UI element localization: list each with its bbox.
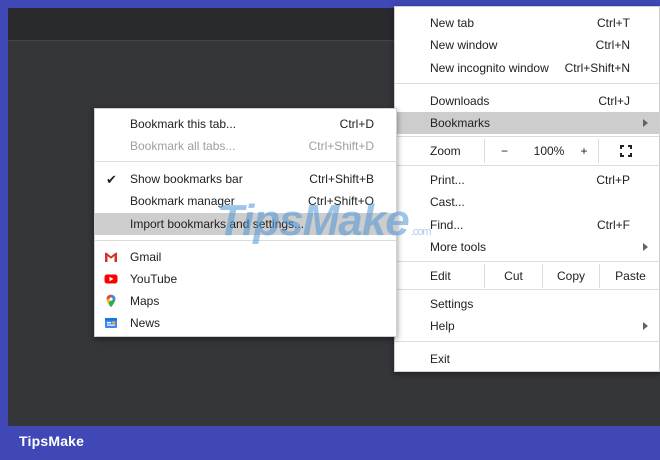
zoom-label: Zoom xyxy=(430,144,461,158)
maps-icon xyxy=(106,294,116,308)
plus-icon: + xyxy=(580,144,588,158)
checkmark-icon: ✔ xyxy=(106,172,117,187)
menu-separator xyxy=(395,136,659,137)
fullscreen-button[interactable] xyxy=(598,139,660,163)
menu-item-show-bookmarks-bar[interactable]: ✔ Show bookmarks bar Ctrl+Shift+B xyxy=(95,168,396,190)
bookmark-item-gmail[interactable]: Gmail xyxy=(95,246,396,268)
bookmark-label: YouTube xyxy=(130,272,178,286)
menu-item-shortcut: Ctrl+Shift+O xyxy=(307,194,374,208)
news-icon xyxy=(105,318,117,328)
menu-item-label: Find... xyxy=(430,218,464,232)
menu-item-label: Bookmark manager xyxy=(130,194,235,208)
menu-separator xyxy=(395,83,659,84)
youtube-icon xyxy=(104,274,118,284)
menu-separator xyxy=(395,165,659,166)
menu-item-label: Bookmark all tabs... xyxy=(130,139,236,153)
cut-label: Cut xyxy=(504,269,523,283)
bookmark-item-news[interactable]: News xyxy=(95,312,396,334)
menu-item-label: New incognito window xyxy=(430,61,549,75)
menu-item-shortcut: Ctrl+Shift+N xyxy=(564,61,630,75)
menu-item-shortcut: Ctrl+D xyxy=(339,117,374,131)
menu-item-more-tools[interactable]: More tools xyxy=(395,236,659,258)
menu-item-label: Help xyxy=(430,319,455,333)
menu-item-shortcut: Ctrl+Shift+B xyxy=(309,172,374,186)
menu-item-new-incognito-window[interactable]: New incognito window Ctrl+Shift+N xyxy=(395,57,659,79)
submenu-arrow-icon xyxy=(643,322,648,330)
menu-separator xyxy=(95,240,396,241)
menu-item-import-bookmarks[interactable]: Import bookmarks and settings... xyxy=(95,213,396,235)
zoom-out-button[interactable]: − xyxy=(484,139,524,163)
menu-item-shortcut: Ctrl+P xyxy=(596,173,630,187)
menu-separator xyxy=(395,261,659,262)
gmail-icon xyxy=(105,252,117,262)
footer-brand-logo: TipsMake xyxy=(19,433,85,449)
menu-item-find[interactable]: Find... Ctrl+F xyxy=(395,214,659,236)
copy-button[interactable]: Copy xyxy=(542,264,599,288)
cut-button[interactable]: Cut xyxy=(484,264,542,288)
menu-item-settings[interactable]: Settings xyxy=(395,293,659,315)
menu-item-label: Import bookmarks and settings... xyxy=(130,217,305,231)
chrome-main-menu: New tab Ctrl+T New window Ctrl+N New inc… xyxy=(394,6,660,372)
menu-item-new-tab[interactable]: New tab Ctrl+T xyxy=(395,12,659,34)
menu-item-label: Exit xyxy=(430,352,451,366)
menu-item-shortcut: Ctrl+N xyxy=(595,38,630,52)
menu-item-label: Show bookmarks bar xyxy=(130,172,243,186)
bookmarks-submenu: Bookmark this tab... Ctrl+D Bookmark all… xyxy=(94,108,397,337)
zoom-level-value: 100% xyxy=(533,144,565,158)
submenu-arrow-icon xyxy=(643,119,648,127)
menu-item-label: New tab xyxy=(430,16,475,30)
tab-strip xyxy=(8,8,398,41)
paste-button[interactable]: Paste xyxy=(599,264,660,288)
menu-item-exit[interactable]: Exit xyxy=(395,348,659,370)
menu-item-shortcut: Ctrl+Shift+D xyxy=(308,139,374,153)
menu-item-bookmark-this-tab[interactable]: Bookmark this tab... Ctrl+D xyxy=(95,113,396,135)
menu-item-bookmark-manager[interactable]: Bookmark manager Ctrl+Shift+O xyxy=(95,190,396,212)
menu-item-shortcut: Ctrl+J xyxy=(598,94,630,108)
fullscreen-icon xyxy=(620,145,632,157)
menu-separator xyxy=(95,161,396,162)
menu-item-label: Downloads xyxy=(430,94,490,108)
bookmark-item-maps[interactable]: Maps xyxy=(95,290,396,312)
edit-row: Edit Cut Copy Paste xyxy=(395,264,659,288)
menu-item-label: Print... xyxy=(430,173,465,187)
menu-item-downloads[interactable]: Downloads Ctrl+J xyxy=(395,90,659,112)
minus-icon: − xyxy=(500,144,508,158)
menu-item-bookmarks[interactable]: Bookmarks xyxy=(395,112,659,134)
zoom-row: Zoom − 100% + xyxy=(395,139,659,163)
zoom-in-button[interactable]: + xyxy=(574,139,594,163)
menu-separator xyxy=(395,289,659,290)
edit-label: Edit xyxy=(430,269,451,283)
menu-item-label: Cast... xyxy=(430,195,465,209)
bookmark-label: Gmail xyxy=(130,250,162,264)
menu-item-label: More tools xyxy=(430,240,487,254)
menu-item-label: Bookmark this tab... xyxy=(130,117,237,131)
menu-item-label: New window xyxy=(430,38,498,52)
menu-item-label: Settings xyxy=(430,297,474,311)
bookmark-item-youtube[interactable]: YouTube xyxy=(95,268,396,290)
menu-separator xyxy=(395,341,659,342)
bookmark-label: News xyxy=(130,316,161,330)
bookmark-label: Maps xyxy=(130,294,160,308)
menu-item-print[interactable]: Print... Ctrl+P xyxy=(395,169,659,191)
paste-label: Paste xyxy=(615,269,646,283)
menu-item-help[interactable]: Help xyxy=(395,315,659,337)
menu-item-shortcut: Ctrl+T xyxy=(597,16,630,30)
menu-item-label: Bookmarks xyxy=(430,116,491,130)
submenu-arrow-icon xyxy=(643,243,648,251)
menu-item-bookmark-all-tabs[interactable]: Bookmark all tabs... Ctrl+Shift+D xyxy=(95,135,396,157)
menu-item-shortcut: Ctrl+F xyxy=(597,218,630,232)
copy-label: Copy xyxy=(556,269,585,283)
menu-item-cast[interactable]: Cast... xyxy=(395,191,659,213)
menu-item-new-window[interactable]: New window Ctrl+N xyxy=(395,34,659,56)
